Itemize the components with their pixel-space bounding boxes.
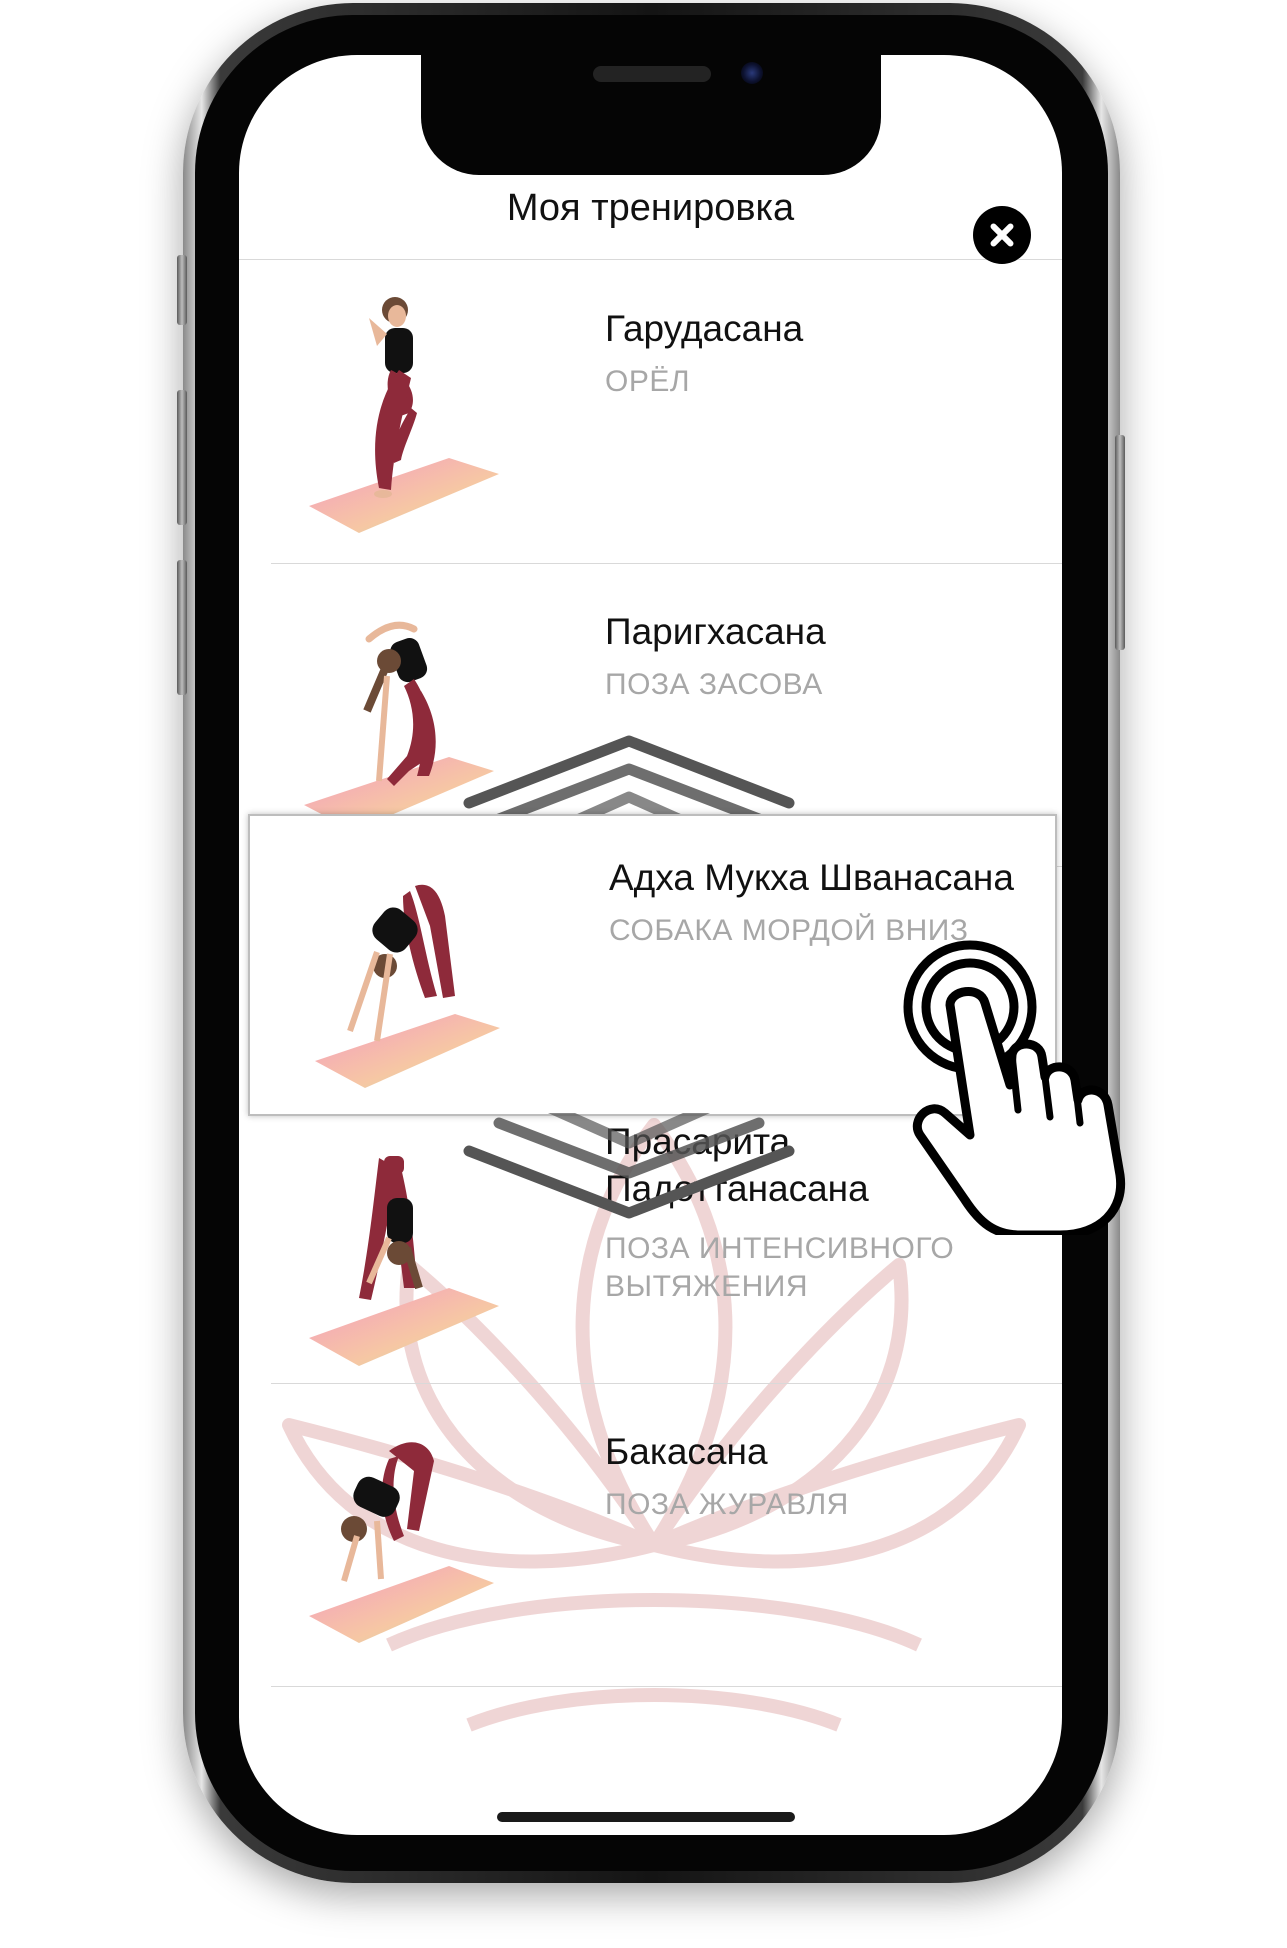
silent-switch [177,255,187,325]
drag-chevron-down-icon [463,1113,795,1219]
home-indicator[interactable] [497,1812,795,1822]
pose-image-adho-mukha-svanasana [315,884,500,1088]
pose-name: Адха Мукха Шванасана [609,857,1014,898]
close-icon[interactable] [973,206,1031,264]
pose-image-garudasana [309,297,499,533]
earpiece-speaker [593,66,711,82]
pose-subtitle: ПОЗА ИНТЕНСИВНОГО ВЫТЯЖЕНИЯ [605,1232,955,1303]
pose-image-bakasana [309,1442,494,1643]
volume-up-button [177,390,187,525]
pose-name: Паригхасана [605,611,826,652]
pose-subtitle: ПОЗА ЖУРАВЛЯ [605,1488,849,1521]
page-title: Моя тренировка [506,187,795,229]
list-item[interactable]: Гарудасана ОРЁЛ [271,260,1062,564]
front-camera [741,62,763,84]
volume-down-button [177,560,187,695]
power-button [1115,435,1125,650]
tap-hand-icon [903,940,1126,1235]
drag-chevron-up-icon [463,735,795,822]
header: Моя тренировка [239,135,1062,264]
pose-name: Гарудасана [605,308,804,349]
pose-subtitle: ОРЁЛ [605,365,691,398]
pose-name: Бакасана [605,1431,768,1472]
list-item[interactable]: Бакасана ПОЗА ЖУРАВЛЯ [271,1383,1062,1687]
pose-subtitle: ПОЗА ЗАСОВА [605,668,823,701]
